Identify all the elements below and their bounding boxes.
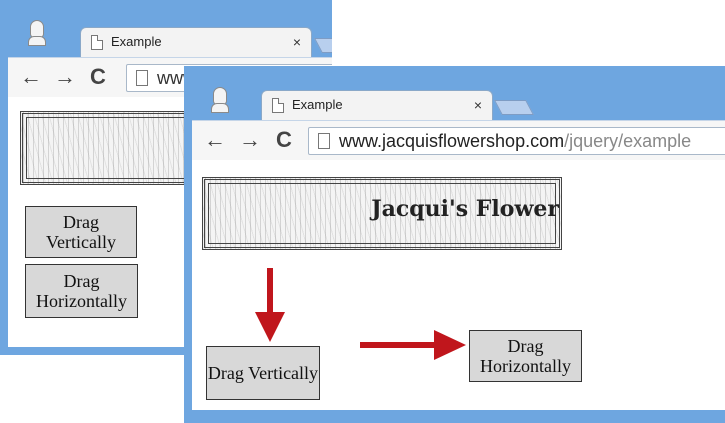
- user-avatar-icon[interactable]: [28, 20, 46, 46]
- toolbar: ← → C www.jacquisflowershop.com/jquery/e…: [192, 120, 725, 160]
- forward-arrow-icon[interactable]: →: [54, 65, 76, 89]
- browser-window-dragged: Example × ← → C www.jacquisflowershop.co…: [184, 66, 725, 423]
- drag-vertically-box[interactable]: Drag Vertically: [25, 206, 137, 258]
- tab-example[interactable]: Example ×: [80, 27, 312, 57]
- page-content: Jacqui's Flower Drag Vertically Drag Hor…: [192, 160, 725, 410]
- back-arrow-icon[interactable]: ←: [20, 65, 42, 89]
- new-tab-button[interactable]: [494, 100, 534, 115]
- drag-vertically-box[interactable]: Drag Vertically: [206, 346, 320, 400]
- tab-title: Example: [111, 34, 162, 49]
- page-icon: [136, 70, 148, 86]
- banner-image: Jacqui's Flower: [202, 177, 562, 250]
- user-avatar-icon[interactable]: [211, 87, 229, 113]
- drag-horizontally-box[interactable]: Drag Horizontally: [25, 264, 138, 318]
- page-icon: [272, 98, 284, 113]
- new-tab-button[interactable]: [314, 38, 332, 53]
- address-bar[interactable]: www.jacquisflowershop.com/jquery/example: [308, 127, 725, 155]
- tab-example[interactable]: Example ×: [261, 90, 493, 120]
- banner-title: Jacqui's Flower: [371, 196, 559, 222]
- reload-icon[interactable]: C: [90, 65, 106, 89]
- drag-horizontally-box[interactable]: Drag Horizontally: [469, 330, 582, 382]
- url-path: /jquery/example: [564, 131, 692, 151]
- tab-close-button[interactable]: ×: [293, 28, 301, 56]
- down-arrow-icon: [255, 268, 285, 342]
- page-icon: [91, 35, 103, 50]
- right-arrow-icon: [360, 330, 466, 360]
- forward-arrow-icon[interactable]: →: [239, 128, 261, 152]
- tab-title: Example: [292, 97, 343, 112]
- url-host: www.jacquisflowershop.com: [339, 131, 565, 151]
- reload-icon[interactable]: C: [276, 128, 292, 152]
- tab-close-button[interactable]: ×: [474, 91, 482, 119]
- back-arrow-icon[interactable]: ←: [204, 128, 226, 152]
- page-icon: [318, 133, 330, 149]
